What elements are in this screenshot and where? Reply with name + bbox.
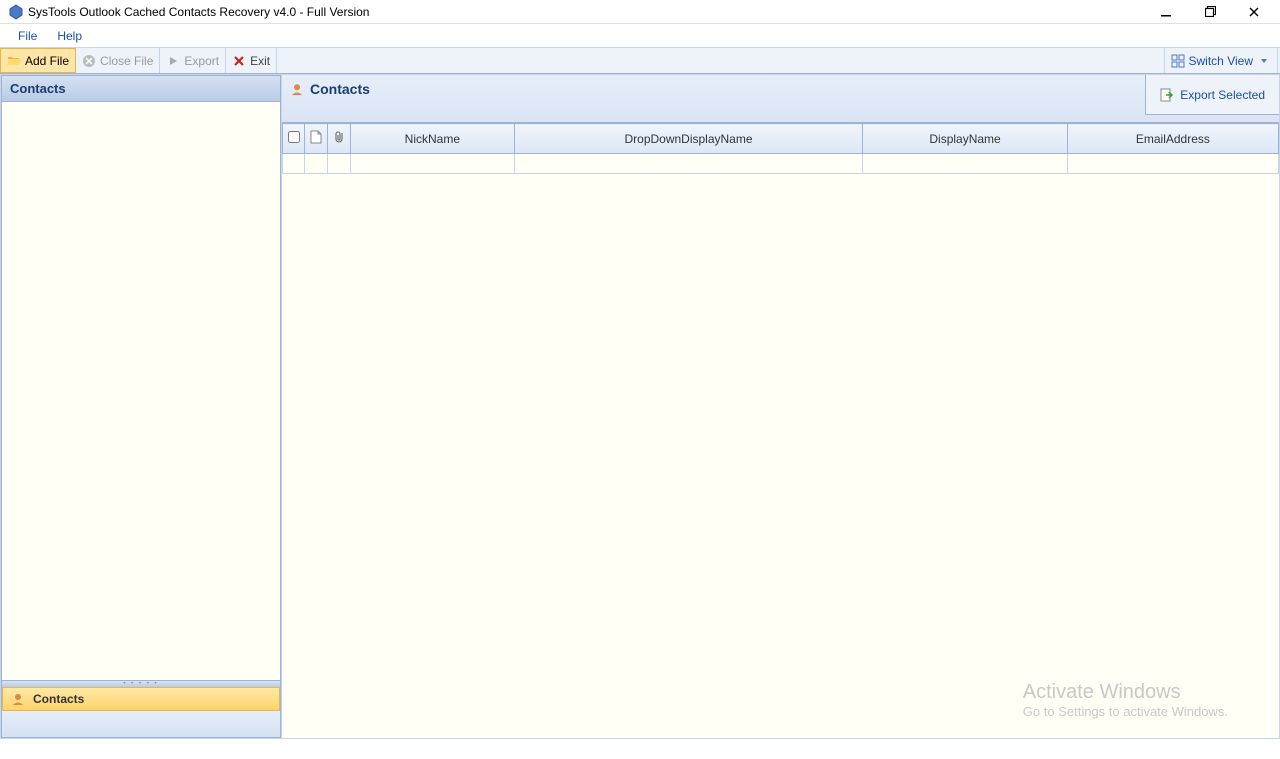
close-file-label: Close File [100,54,153,68]
contacts-table-wrap: NickName DropDownDisplayName DisplayName… [282,123,1279,738]
content: Contacts Export Selected [282,75,1279,738]
statusbar [0,739,1280,759]
column-checkbox[interactable] [283,124,305,154]
export-button[interactable]: Export [160,48,226,73]
export-selected-label: Export Selected [1180,88,1265,102]
play-icon [166,54,180,68]
window-controls [1144,0,1276,24]
maximize-button[interactable] [1188,0,1232,24]
folder-open-icon [7,54,21,68]
add-file-label: Add File [25,54,69,68]
export-selected-icon [1160,88,1174,102]
menubar: File Help [0,24,1280,48]
content-title: Contacts [310,81,370,97]
column-attachment-icon[interactable] [328,124,351,154]
switch-view-label: Switch View [1189,54,1253,68]
column-display-name[interactable]: DisplayName [863,124,1067,154]
table-header-row: NickName DropDownDisplayName DisplayName… [283,124,1279,154]
menu-file[interactable]: File [8,27,47,45]
contacts-table: NickName DropDownDisplayName DisplayName… [282,123,1279,174]
titlebar: SysTools Outlook Cached Contacts Recover… [0,0,1280,24]
add-file-button[interactable]: Add File [0,48,76,73]
column-nickname[interactable]: NickName [351,124,515,154]
paperclip-icon [332,130,346,144]
contacts-header-icon [290,82,304,96]
column-doc-icon[interactable] [305,124,328,154]
x-icon [232,54,246,68]
sidebar-tree[interactable] [2,102,280,681]
grid-icon [1171,54,1185,68]
window-title: SysTools Outlook Cached Contacts Recover… [28,5,1144,19]
toolbar: Add File Close File Export Exit Switch [0,48,1280,74]
switch-view-button[interactable]: Switch View [1164,48,1278,73]
dropdown-arrow-icon [1257,54,1271,68]
sidebar: Contacts • • • • • Contacts [1,75,281,738]
app-icon [8,4,24,20]
column-dropdown-display-name[interactable]: DropDownDisplayName [514,124,863,154]
exit-label: Exit [250,54,270,68]
sidebar-footer [2,711,280,737]
exit-button[interactable]: Exit [226,48,277,73]
close-file-button[interactable]: Close File [76,48,160,73]
contacts-icon [11,692,25,706]
menu-help[interactable]: Help [47,27,92,45]
table-row[interactable] [283,154,1279,174]
main-area: Contacts • • • • • Contacts Contacts [0,74,1280,739]
select-all-checkbox[interactable] [288,131,300,143]
export-selected-button[interactable]: Export Selected [1145,75,1279,115]
export-label: Export [184,54,219,68]
minimize-button[interactable] [1144,0,1188,24]
sidebar-header: Contacts [2,76,280,102]
content-header: Contacts Export Selected [282,75,1279,123]
document-icon [309,130,323,144]
column-email-address[interactable]: EmailAddress [1067,124,1278,154]
close-file-icon [82,54,96,68]
sidebar-tab-label: Contacts [33,692,84,706]
sidebar-tab-contacts[interactable]: Contacts [2,687,280,711]
close-button[interactable] [1232,0,1276,24]
